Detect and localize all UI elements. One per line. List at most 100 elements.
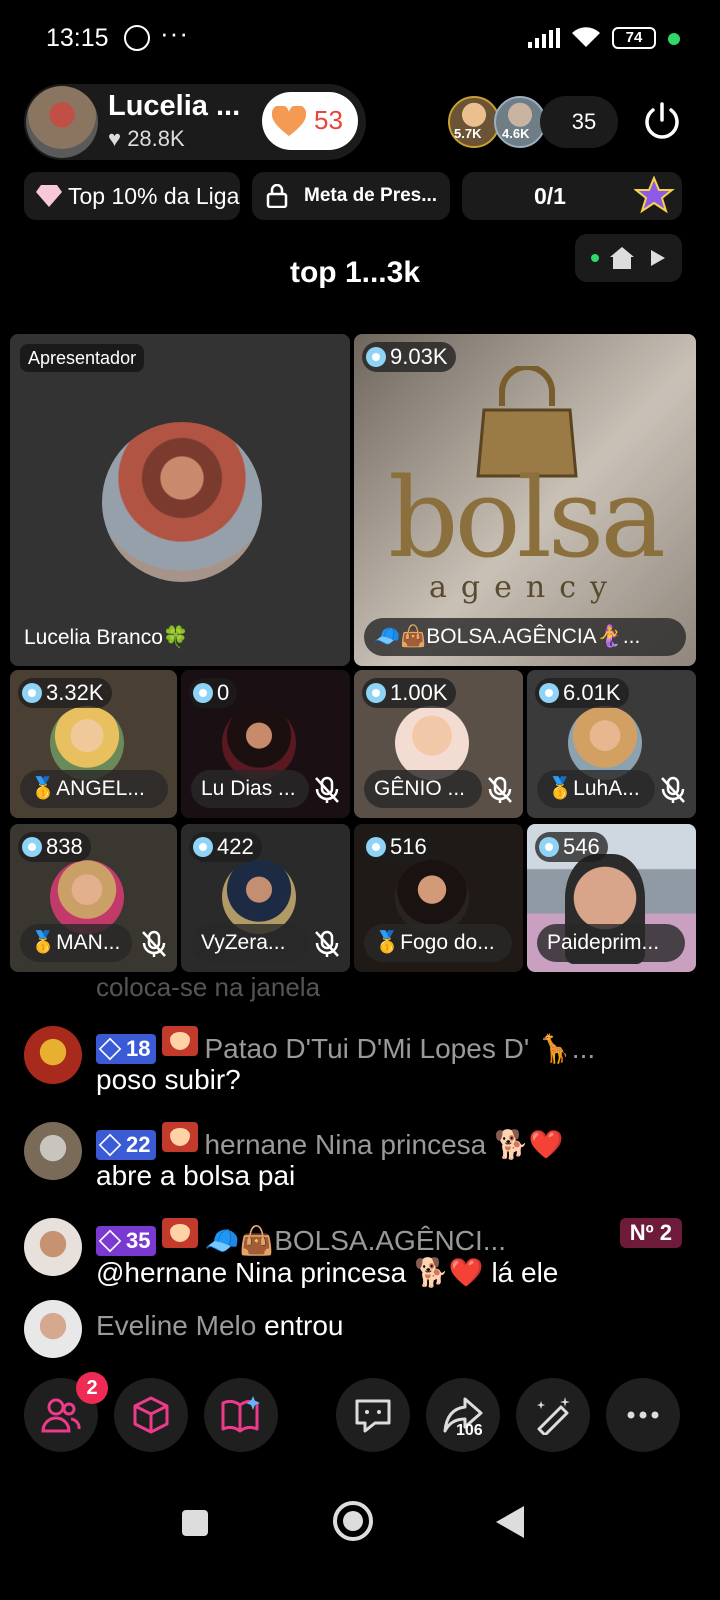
share-button[interactable]: 106	[426, 1378, 500, 1452]
signal-icon	[528, 28, 560, 48]
guest-tile[interactable]: 6.01K 🥇LuhA...	[527, 670, 696, 818]
diamond-icon	[98, 1037, 122, 1061]
diamond-icon	[98, 1229, 122, 1253]
rank-badge: Nº 2	[619, 1218, 682, 1248]
heart-icon: ♥	[108, 126, 122, 151]
level-badge: 22	[96, 1130, 157, 1160]
guest-score: 1.00K	[362, 678, 456, 708]
share-count: 106	[456, 1422, 483, 1439]
guest-name: GÊNIO ...	[364, 770, 482, 808]
guest-name: 🥇LuhA...	[537, 770, 655, 808]
guest-score-value: 3.32K	[46, 680, 104, 705]
chat-avatar[interactable]	[24, 1300, 82, 1358]
chat-avatar[interactable]	[24, 1026, 82, 1084]
guest-name: 🥇MAN...	[20, 924, 132, 962]
chat-avatar[interactable]	[24, 1122, 82, 1180]
recents-icon[interactable]	[180, 1508, 210, 1538]
goal-button[interactable]: Meta de Pres...	[252, 172, 450, 220]
progress-value: 0/1	[534, 183, 566, 209]
guest-avatar	[394, 706, 469, 780]
league-rank[interactable]: Top 10% da Liga	[24, 172, 240, 220]
guest-score: 9.03K	[362, 342, 456, 372]
mic-muted-icon	[488, 776, 512, 803]
mic-muted-icon	[315, 776, 339, 803]
league-rank-label: Top 10% da Liga	[68, 183, 240, 209]
host-info[interactable]: Lucelia ... ♥ 28.8K 53	[24, 84, 366, 160]
stars-icon	[634, 176, 675, 214]
guest-tile[interactable]: 422 VyZera...	[181, 824, 350, 972]
chat-username[interactable]: 🧢👜BOLSA.AGÊNCI...	[204, 1225, 506, 1256]
guest-score-value: 9.03K	[390, 344, 448, 369]
cube-icon	[133, 1396, 169, 1434]
guest-tile[interactable]: 838 🥇MAN...	[10, 824, 177, 972]
more-notifications-icon: ···	[160, 18, 189, 48]
fan-club-button[interactable]: 53	[262, 92, 358, 150]
guest-tile[interactable]: 546 Paideprim...	[527, 824, 696, 972]
guest-name: 🧢👜BOLSA.AGÊNCIA🧜‍♀️...	[364, 618, 686, 656]
guest-avatar	[394, 860, 469, 934]
box-button[interactable]	[114, 1378, 188, 1452]
goal-label: Meta de Pres...	[304, 185, 438, 206]
notification-badge: 2	[76, 1372, 108, 1404]
heart-icon	[272, 106, 306, 136]
fan-badge-icon	[162, 1122, 199, 1152]
level-value: 18	[126, 1036, 151, 1061]
guest-name: Paideprim...	[537, 924, 685, 962]
join-username[interactable]: Eveline Melo	[96, 1310, 256, 1341]
viewer-count[interactable]: 35	[540, 96, 618, 148]
join-action: entrou	[264, 1310, 344, 1341]
guest-score-value: 6.01K	[563, 680, 621, 705]
chat-icon	[355, 1399, 391, 1433]
whatsapp-icon	[124, 25, 150, 51]
effects-button[interactable]	[516, 1378, 590, 1452]
back-icon[interactable]	[494, 1504, 526, 1540]
host-likes: ♥ 28.8K	[108, 126, 185, 152]
host-likes-count: 28.8K	[127, 126, 185, 151]
gem-icon	[193, 683, 213, 703]
host-name: Lucelia ...	[108, 90, 241, 122]
host-avatar[interactable]	[26, 86, 98, 158]
guest-score: 3.32K	[18, 678, 112, 708]
guest-tile[interactable]: 516 🥇Fogo do...	[354, 824, 523, 972]
guest-tile[interactable]: 1.00K GÊNIO ...	[354, 670, 523, 818]
guest-tile[interactable]: 3.32K 🥇ANGEL...	[10, 670, 177, 818]
guest-score: 422	[189, 832, 262, 862]
guest-tile[interactable]: 0 Lu Dias ...	[181, 670, 350, 818]
logo-sub: agency	[429, 570, 621, 605]
guest-score-value: 546	[563, 834, 600, 859]
fan-badge-icon	[162, 1026, 199, 1056]
comment-button[interactable]	[336, 1378, 410, 1452]
chat-text: poso subir?	[96, 1064, 241, 1095]
gem-icon	[22, 837, 42, 857]
gem-icon	[366, 347, 386, 367]
host-video-tile[interactable]: Apresentador Lucelia Branco🍀	[10, 334, 350, 666]
chat-username[interactable]: Patao D'Tui D'Mi Lopes D' 🦒...	[204, 1033, 595, 1064]
power-icon[interactable]	[640, 100, 684, 144]
host-tile-avatar	[102, 422, 262, 582]
chat-avatar[interactable]	[24, 1218, 82, 1276]
top-viewers[interactable]: 5.7K 4.6K 35	[446, 94, 618, 150]
guests-button[interactable]: 2	[24, 1372, 108, 1452]
guest-avatar	[49, 706, 124, 780]
gem-icon	[539, 683, 559, 703]
level-badge: 35	[96, 1226, 157, 1256]
room-title: top 1...3k	[289, 256, 421, 289]
gem-icon	[366, 683, 386, 703]
book-sparkle-icon	[221, 1396, 260, 1433]
battery-icon: 74	[612, 27, 656, 49]
chat-faded-message: coloca-se na janela	[96, 972, 321, 1002]
privacy-indicator	[668, 33, 680, 45]
progress-pill[interactable]: 0/1	[462, 172, 682, 220]
guest-score-value: 0	[217, 680, 230, 705]
guest-tile[interactable]: bolsa agency 9.03K 🧢👜BOLSA.AGÊNCIA🧜‍♀️..…	[354, 334, 696, 666]
more-icon	[627, 1411, 659, 1419]
book-button[interactable]	[204, 1378, 278, 1452]
guest-score: 546	[535, 832, 608, 862]
chat-text: @hernane Nina princesa 🐕❤️ lá ele	[96, 1257, 559, 1288]
more-button[interactable]	[606, 1378, 680, 1452]
level-badge: 18	[96, 1034, 157, 1064]
guest-name: VyZera...	[191, 924, 309, 962]
gem-icon	[366, 837, 386, 857]
chat-username[interactable]: hernane Nina princesa 🐕❤️	[204, 1129, 563, 1160]
home-nav-icon[interactable]	[332, 1500, 374, 1542]
